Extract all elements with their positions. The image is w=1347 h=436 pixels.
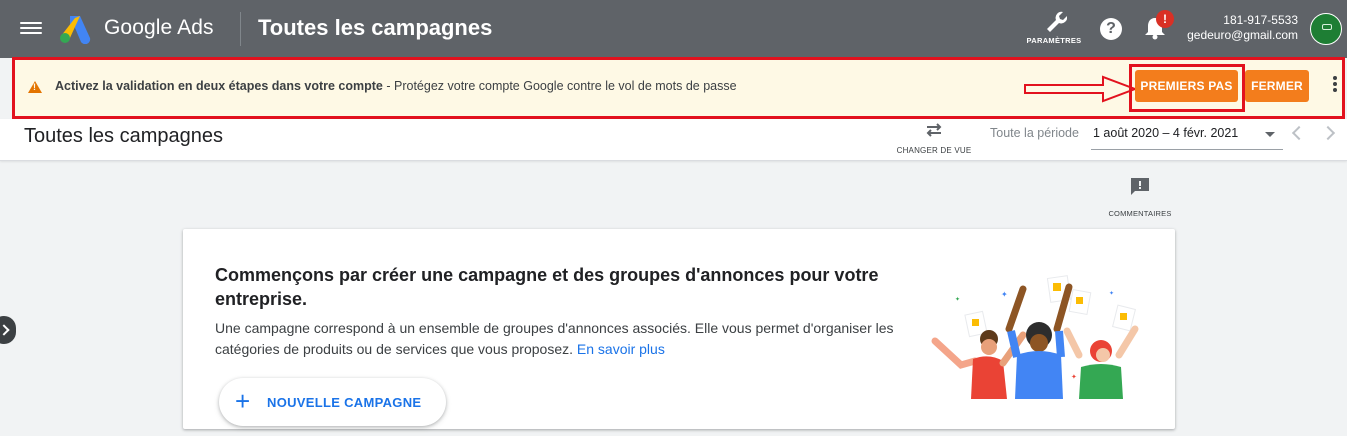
svg-text:✦: ✦ <box>1071 373 1077 381</box>
swap-arrows-icon <box>926 123 942 137</box>
banner-message-rest: - Protégez votre compte Google contre le… <box>382 79 737 93</box>
avatar-logo-icon <box>1322 24 1332 30</box>
more-options-icon[interactable] <box>1331 74 1339 98</box>
create-campaign-card: Commençons par créer une campagne et des… <box>183 229 1175 429</box>
avatar[interactable] <box>1310 13 1342 45</box>
previous-period-icon[interactable] <box>1291 125 1307 141</box>
tools-label: PARAMÈTRES <box>1026 36 1082 45</box>
feedback-button[interactable]: COMMENTAIRES <box>1100 176 1180 218</box>
card-description: Une campagne correspond à un ensemble de… <box>215 318 935 360</box>
banner-message: Activez la validation en deux étapes dan… <box>55 79 737 93</box>
page-title: Toutes les campagnes <box>24 125 224 147</box>
learn-more-link[interactable]: En savoir plus <box>577 341 665 357</box>
topbar-page-title: Toutes les campagnes <box>258 15 493 40</box>
dropdown-caret-icon <box>1265 132 1275 137</box>
page-header: Toutes les campagnes CHANGER DE VUE Tout… <box>0 119 1347 161</box>
brand-name: Google Ads <box>104 16 214 39</box>
help-icon[interactable]: ? <box>1100 18 1122 40</box>
get-started-button[interactable]: PREMIERS PAS <box>1135 70 1238 102</box>
warning-icon <box>28 81 42 93</box>
period-label: Toute la période <box>990 126 1079 140</box>
expand-sidebar-icon[interactable] <box>0 316 16 344</box>
topbar-divider <box>240 12 241 46</box>
celebrating-people-illustration: ✦ ✦ ✦ ✦ <box>931 275 1139 399</box>
tools-settings-button[interactable]: PARAMÈTRES <box>1024 8 1084 52</box>
annotation-arrow-icon <box>1024 75 1138 103</box>
svg-text:✦: ✦ <box>1109 290 1114 297</box>
top-app-bar: Google Ads Toutes les campagnes PARAMÈTR… <box>0 0 1347 58</box>
account-email: gedeuro@gmail.com <box>1187 28 1298 42</box>
svg-text:✦: ✦ <box>1001 290 1008 299</box>
plus-icon: + <box>235 386 251 416</box>
notification-badge: ! <box>1156 10 1174 28</box>
new-campaign-button[interactable]: + NOUVELLE CAMPAGNE <box>219 378 446 426</box>
date-range-value: 1 août 2020 – 4 févr. 2021 <box>1093 126 1239 140</box>
change-view-label: CHANGER DE VUE <box>896 146 972 155</box>
date-range-select[interactable]: 1 août 2020 – 4 févr. 2021 <box>1091 122 1283 150</box>
security-notification-banner: Activez la validation en deux étapes dan… <box>12 57 1345 119</box>
banner-message-bold: Activez la validation en deux étapes dan… <box>55 79 383 93</box>
account-id: 181-917-5533 <box>1223 13 1298 27</box>
svg-text:✦: ✦ <box>955 296 960 303</box>
hamburger-menu-icon[interactable] <box>20 19 42 39</box>
new-campaign-label: NOUVELLE CAMPAGNE <box>267 395 422 410</box>
account-info[interactable]: 181-917-5533 gedeuro@gmail.com <box>1187 13 1298 43</box>
wrench-icon <box>1047 11 1067 32</box>
close-banner-button[interactable]: FERMER <box>1245 70 1309 102</box>
change-view-button[interactable]: CHANGER DE VUE <box>892 121 976 159</box>
next-period-icon[interactable] <box>1320 125 1336 141</box>
card-description-text: Une campagne correspond à un ensemble de… <box>215 320 894 357</box>
google-ads-logo[interactable] <box>58 14 92 44</box>
feedback-icon <box>1131 178 1149 195</box>
feedback-label: COMMENTAIRES <box>1108 209 1172 218</box>
card-title: Commençons par créer une campagne et des… <box>215 265 879 309</box>
